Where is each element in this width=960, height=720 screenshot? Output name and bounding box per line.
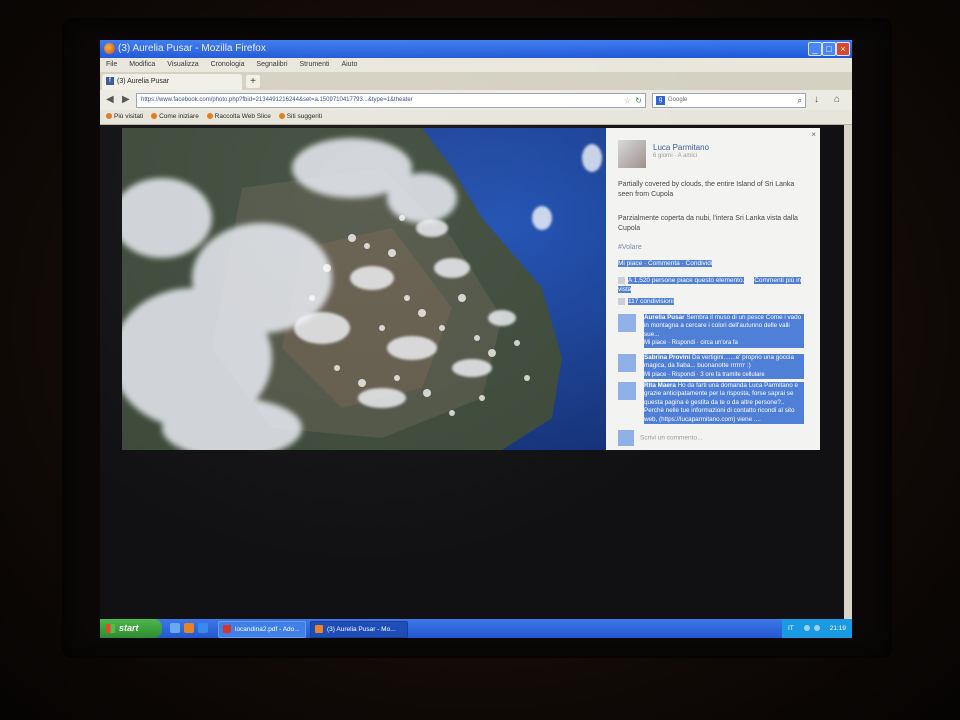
hashtag-link[interactable]: #Volare — [618, 244, 642, 251]
taskbar-item-pdf[interactable]: locandina2.pdf - Ado... — [218, 621, 306, 638]
download-icon[interactable]: ↓ — [814, 94, 819, 105]
shares-text[interactable]: 117 condivisioni — [628, 298, 674, 306]
commenter-name[interactable]: Sabrina Provini — [644, 354, 690, 361]
google-icon: g — [656, 96, 665, 105]
menu-aiuto[interactable]: Aiuto — [341, 61, 357, 68]
menu-strumenti[interactable]: Strumenti — [300, 61, 330, 68]
search-engine-label: Google — [668, 97, 688, 103]
likes-summary: A 1.520 persone piace questo elemento. C… — [618, 276, 813, 294]
bookmark-siti-suggeriti[interactable]: Siti suggeriti — [278, 113, 322, 120]
avatar[interactable] — [618, 354, 636, 372]
photo-side-panel: × Luca Parmitano 6 giorni · A amici Part… — [606, 128, 820, 450]
search-icon[interactable]: ⌕ — [798, 94, 802, 107]
comment-body: Aurelia Pusar Sembra il muso di un pesce… — [644, 314, 804, 348]
caption-italian: Parzialmente coperta da nubi, l'intera S… — [618, 215, 798, 232]
tab-facebook[interactable]: f (3) Aurelia Pusar — [102, 74, 242, 90]
menu-segnalibri[interactable]: Segnalibri — [256, 61, 287, 68]
pdf-icon — [223, 625, 231, 634]
window-title: (3) Aurelia Pusar - Mozilla Firefox — [118, 43, 266, 54]
menu-bar: File Modifica Visualizza Cronologia Segn… — [100, 58, 852, 72]
comment-input[interactable]: Scrivi un commento... — [618, 430, 703, 446]
minimize-button[interactable]: _ — [808, 42, 822, 56]
comment-links[interactable]: Mi piace · Rispondi · 3 ore fa tramite c… — [644, 372, 765, 378]
home-icon[interactable]: ⌂ — [834, 94, 840, 105]
post-meta: 6 giorni · A amici — [653, 153, 698, 159]
vertical-scrollbar[interactable] — [844, 125, 852, 619]
task-label: locandina2.pdf - Ado... — [235, 626, 300, 633]
avatar[interactable] — [618, 382, 636, 400]
comment-placeholder: Scrivi un commento... — [640, 434, 703, 442]
maximize-button[interactable]: □ — [822, 42, 836, 56]
screen: (3) Aurelia Pusar - Mozilla Firefox _ □ … — [100, 40, 852, 638]
clock[interactable]: 21:19 — [830, 619, 846, 638]
facebook-icon: f — [106, 77, 114, 86]
share-icon — [618, 298, 625, 305]
post-actions[interactable]: Mi piace · Commenta · Condividi — [618, 260, 713, 267]
url-text: https://www.facebook.com/photo.php?fbid=… — [141, 97, 413, 103]
menu-visualizza[interactable]: Visualizza — [167, 61, 198, 68]
bookmark-come-iniziare[interactable]: Come iniziare — [151, 113, 199, 120]
menu-file[interactable]: File — [106, 61, 117, 68]
tab-bar: f (3) Aurelia Pusar + — [100, 72, 852, 90]
close-button[interactable]: × — [836, 42, 850, 56]
system-tray: IT 21:19 — [782, 619, 852, 638]
bookmark-piu-visitati[interactable]: Più visitati — [106, 113, 143, 120]
commenter-name[interactable]: Aurelia Pusar — [644, 314, 685, 321]
likes-text[interactable]: A 1.520 persone piace questo elemento. — [628, 277, 745, 284]
firefox-icon[interactable] — [184, 623, 194, 633]
bookmark-icon — [206, 113, 213, 120]
shares-summary: 117 condivisioni — [618, 298, 674, 306]
taskbar-item-firefox[interactable]: (3) Aurelia Pusar - Mo... — [310, 621, 408, 638]
menu-modifica[interactable]: Modifica — [129, 61, 155, 68]
avatar — [618, 430, 634, 446]
bookmarks-toolbar: Più visitati Come iniziare Raccolta Web … — [100, 110, 852, 125]
author-name[interactable]: Luca Parmitano — [653, 143, 709, 152]
volume-icon[interactable] — [814, 625, 820, 631]
tab-label: (3) Aurelia Pusar — [117, 78, 170, 85]
comment-body: Sabrina Provini Da vertigini.......e' pr… — [644, 354, 804, 380]
language-indicator[interactable]: IT — [788, 619, 794, 638]
network-icon[interactable] — [804, 625, 810, 631]
comment-body: Rita Maera Ho da farti una domanda Luca … — [644, 382, 804, 425]
avatar[interactable] — [618, 314, 636, 332]
bookmark-icon — [106, 113, 112, 120]
internet-explorer-icon[interactable] — [198, 623, 208, 633]
reload-icon[interactable]: ↻ — [635, 94, 642, 107]
satellite-photo[interactable] — [122, 128, 606, 450]
title-bar: (3) Aurelia Pusar - Mozilla Firefox _ □ … — [100, 40, 852, 58]
close-panel-icon[interactable]: × — [811, 130, 816, 139]
avatar[interactable] — [618, 140, 646, 168]
caption-english: Partially covered by clouds, the entire … — [618, 181, 795, 198]
start-button[interactable]: start — [100, 619, 162, 638]
forward-icon[interactable]: ▶ — [122, 94, 130, 105]
commenter-name[interactable]: Rita Maera — [644, 382, 676, 389]
thumbs-up-icon — [618, 276, 625, 284]
menu-cronologia[interactable]: Cronologia — [211, 61, 245, 68]
bookmark-web-slice[interactable]: Raccolta Web Slice — [206, 113, 271, 120]
bookmark-icon — [151, 113, 158, 120]
search-bar[interactable]: g Google ⌕ — [652, 93, 806, 108]
firefox-icon — [315, 625, 323, 634]
back-icon[interactable]: ◀ — [106, 94, 114, 105]
start-label: start — [119, 623, 139, 633]
show-desktop-icon[interactable] — [170, 623, 180, 633]
navigation-bar: ◀ ▶ https://www.facebook.com/photo.php?f… — [100, 90, 852, 110]
bookmark-star-icon[interactable]: ☆ — [624, 94, 631, 107]
taskbar: start locandina2.pdf - Ado... (3) Aureli… — [100, 619, 852, 638]
photo-image — [122, 128, 606, 450]
bookmark-icon — [278, 113, 285, 120]
task-label: (3) Aurelia Pusar - Mo... — [327, 626, 396, 633]
windows-logo-icon — [106, 624, 115, 634]
url-bar[interactable]: https://www.facebook.com/photo.php?fbid=… — [136, 93, 646, 108]
firefox-icon — [104, 43, 115, 54]
comment-links[interactable]: Mi piace · Rispondi · circa un'ora fa — [644, 340, 738, 346]
new-tab-button[interactable]: + — [246, 75, 260, 88]
